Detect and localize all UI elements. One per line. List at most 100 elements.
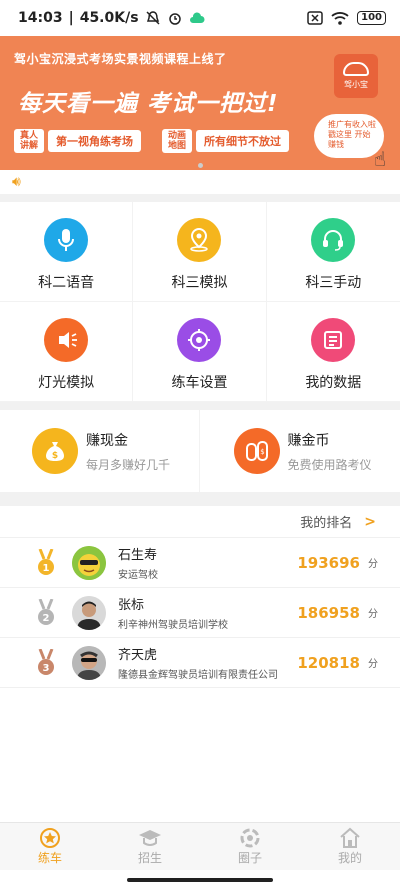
- money-bag-icon: $: [32, 428, 78, 474]
- earn-coin-button[interactable]: $ 赚金币 免费使用路考仪: [198, 410, 400, 492]
- my-ranking-link[interactable]: 我的排名 >: [0, 506, 400, 538]
- tab-circle[interactable]: 圈子: [200, 823, 300, 870]
- tab-label: 招生: [137, 851, 162, 865]
- ranking-row[interactable]: 2 张标 利辛神州驾驶员培训学校 186958 分: [0, 588, 400, 638]
- score-unit: 分: [368, 609, 378, 620]
- banner-topline: 驾小宝沉浸式考场实景视频课程上线了: [14, 52, 227, 66]
- app-logo: 驾小宝: [334, 54, 378, 98]
- tag-small: 真人讲解: [14, 129, 44, 153]
- logo-text: 驾小宝: [344, 80, 368, 89]
- feature-my-data[interactable]: 我的数据: [266, 302, 400, 402]
- score-value: 193696: [297, 553, 360, 572]
- tab-practice[interactable]: 练车: [0, 823, 100, 870]
- headset-icon: [311, 218, 356, 262]
- earn-cash-subtitle: 每月多赚好几千: [86, 457, 171, 472]
- gold-medal-icon: 1: [36, 548, 56, 577]
- medal-rank: 1: [43, 563, 50, 574]
- announcement-bar[interactable]: 🔊︎: [0, 170, 400, 194]
- microphone-icon: [44, 218, 89, 262]
- school-name: 隆德县金辉驾驶员培训有限责任公司: [118, 670, 278, 681]
- feature-label: 我的数据: [305, 375, 362, 391]
- earn-section: $ 赚现金 每月多赚好几千 $ 赚金币 免费使用路考仪: [0, 410, 400, 492]
- speaker-icon: 🔊︎: [12, 174, 21, 190]
- avatar[interactable]: [72, 595, 106, 630]
- home-indicator[interactable]: [127, 877, 273, 882]
- ranking-row[interactable]: 3 齐天虎 隆德县金辉驾驶员培训有限责任公司 120818 分: [0, 638, 400, 688]
- school-name: 利辛神州驾驶员培训学校: [118, 620, 228, 631]
- ranking-row[interactable]: 1 石生寿 安运驾校 193696 分: [0, 538, 400, 588]
- carousel-dots: [0, 163, 400, 168]
- mute-icon: [146, 11, 160, 25]
- alarm-icon: [168, 13, 181, 25]
- circle-logo-icon: [239, 827, 261, 849]
- settings-icon: [177, 318, 222, 362]
- network-speed: 45.0K/s: [79, 10, 139, 26]
- banner-tag-1: 真人讲解 第一视角练考场: [14, 129, 141, 153]
- tab-mine[interactable]: 我的: [300, 823, 400, 870]
- promo-banner[interactable]: 驾小宝沉浸式考场实景视频课程上线了 每天看一遍 考试一把过! 驾小宝 真人讲解 …: [0, 36, 400, 170]
- carousel-dot: [197, 163, 203, 168]
- feature-manual-k3[interactable]: 科三手动: [266, 202, 400, 302]
- promo-text: 推广有收入啦 戳这里 开始赚钱: [328, 120, 376, 149]
- bronze-medal-icon: 3: [36, 648, 56, 677]
- feature-label: 灯光模拟: [38, 375, 95, 391]
- promo-bubble[interactable]: 推广有收入啦 戳这里 开始赚钱 ☝: [314, 114, 386, 169]
- svg-text:$: $: [260, 448, 264, 456]
- feature-voice-k2[interactable]: 科二语音: [0, 202, 134, 302]
- tab-label: 练车: [37, 851, 62, 865]
- location-pin-icon: [177, 218, 222, 262]
- gesture-bar: [0, 870, 400, 889]
- graduation-cap-icon: [138, 827, 162, 849]
- score-unit: 分: [368, 559, 378, 570]
- feature-settings[interactable]: 练车设置: [133, 302, 267, 402]
- logo-ring-icon: [343, 62, 369, 76]
- battery-indicator: 100: [357, 11, 386, 25]
- score-value: 120818: [297, 653, 360, 672]
- earn-cash-title: 赚现金: [86, 432, 128, 449]
- medal-rank: 2: [43, 613, 50, 624]
- ranking-title: 我的排名: [300, 516, 353, 531]
- ranking-section: 我的排名 > 1 石生寿 安运驾校 193696 分 2 张标 利辛神州驾驶员培…: [0, 506, 400, 822]
- star-badge-icon: [39, 827, 61, 849]
- cloud-icon: [189, 12, 205, 23]
- feature-light-sim[interactable]: 灯光模拟: [0, 302, 134, 402]
- silver-medal-icon: 2: [36, 598, 56, 627]
- tag-small: 动画地图: [162, 129, 192, 153]
- tab-label: 圈子: [237, 851, 262, 865]
- medal-rank: 3: [43, 663, 50, 674]
- banner-headline: 每天看一遍 考试一把过!: [18, 91, 279, 117]
- bottom-nav: 练车 招生 圈子 我的: [0, 822, 400, 870]
- wifi-icon: [331, 12, 349, 25]
- feature-label: 科三手动: [305, 275, 362, 291]
- banner-tag-2: 动画地图 所有细节不放过: [162, 129, 289, 153]
- home-icon: [339, 827, 361, 849]
- score-unit: 分: [368, 659, 378, 670]
- user-name: 张标: [118, 598, 145, 613]
- user-name: 石生寿: [118, 548, 158, 563]
- sim-off-icon: [307, 11, 323, 25]
- user-name: 齐天虎: [118, 648, 158, 663]
- earn-coin-title: 赚金币: [287, 432, 330, 449]
- chevron-right-icon: >: [364, 513, 376, 530]
- score-value: 186958: [297, 603, 360, 622]
- tab-recruit[interactable]: 招生: [100, 823, 200, 870]
- avatar[interactable]: [72, 545, 106, 580]
- data-list-icon: [311, 318, 356, 362]
- earn-cash-button[interactable]: $ 赚现金 每月多赚好几千: [0, 410, 199, 492]
- school-name: 安运驾校: [118, 570, 158, 581]
- clock: 14:03: [18, 10, 63, 26]
- feature-label: 练车设置: [171, 375, 228, 391]
- divider: |: [68, 10, 74, 26]
- svg-text:$: $: [52, 451, 58, 461]
- feature-label: 科三模拟: [171, 275, 228, 291]
- feature-label: 科二语音: [38, 275, 95, 291]
- feature-grid: 科二语音 科三模拟 科三手动 灯光模拟 练车设置 我的数据: [0, 202, 400, 402]
- avatar[interactable]: [72, 645, 106, 680]
- lamp-icon: [44, 318, 89, 362]
- coins-icon: $: [233, 428, 280, 474]
- tag-main: 第一视角练考场: [48, 130, 141, 152]
- tag-main: 所有细节不放过: [196, 130, 289, 152]
- status-bar: 14:03 | 45.0K/s 100: [0, 0, 400, 36]
- feature-sim-k3[interactable]: 科三模拟: [133, 202, 267, 302]
- tab-label: 我的: [337, 851, 362, 865]
